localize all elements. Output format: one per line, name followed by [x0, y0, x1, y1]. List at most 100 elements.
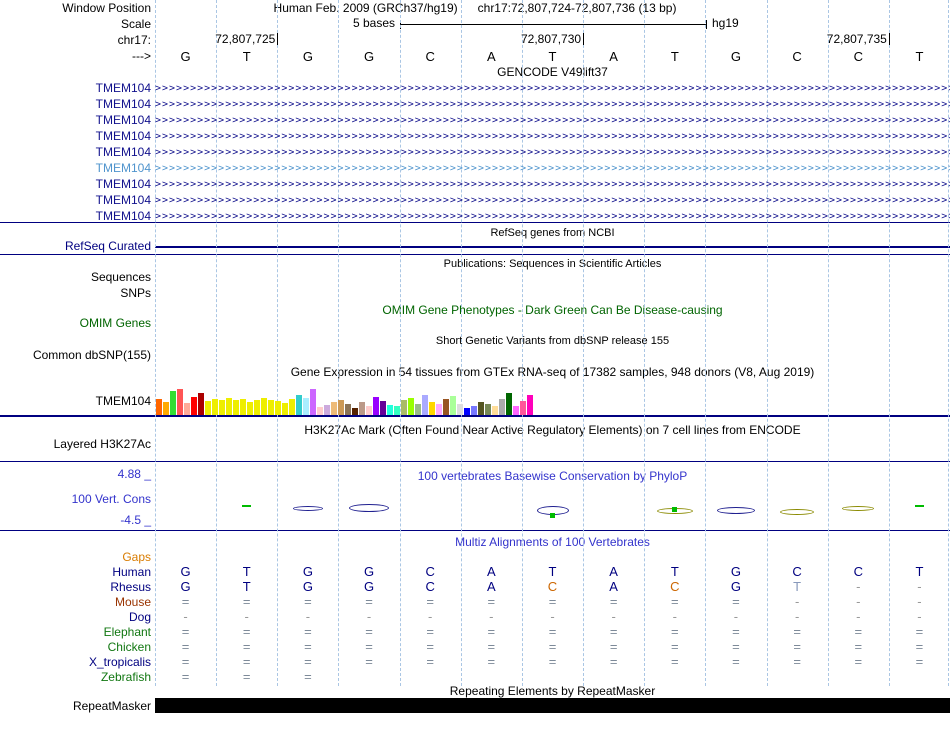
gencode-gene-label[interactable]: TMEM104 [0, 209, 151, 223]
gtex-expression-bar[interactable] [373, 397, 379, 415]
gtex-expression-bar[interactable] [163, 402, 169, 415]
species-label-gaps[interactable]: Gaps [0, 550, 151, 564]
species-label-zebrafish[interactable]: Zebrafish [0, 670, 151, 684]
gencode-transcript[interactable]: >>>>>>>>>>>>>>>>>>>>>>>>>>>>>>>>>>>>>>>>… [155, 194, 950, 207]
gtex-expression-bar[interactable] [240, 399, 246, 415]
gtex-expression-bar[interactable] [170, 391, 176, 415]
scale-row-label: Scale [120, 17, 151, 31]
alignment-cell: = [915, 624, 924, 639]
gtex-expression-bar[interactable] [352, 408, 358, 415]
phylop-tick [914, 505, 924, 507]
species-label-elephant[interactable]: Elephant [0, 625, 151, 639]
species-label-chicken[interactable]: Chicken [0, 640, 151, 654]
gtex-expression-bar[interactable] [408, 398, 414, 415]
gencode-gene-label[interactable]: TMEM104 [0, 81, 151, 95]
gtex-expression-bar[interactable] [380, 401, 386, 415]
gtex-expression-bar[interactable] [310, 389, 316, 415]
gencode-gene-label[interactable]: TMEM104 [0, 145, 151, 159]
gtex-expression-bar[interactable] [219, 400, 225, 415]
gencode-gene-label[interactable]: TMEM104 [0, 113, 151, 127]
gtex-expression-bar[interactable] [478, 402, 484, 415]
gtex-expression-bar[interactable] [275, 401, 281, 415]
gtex-expression-bar[interactable] [499, 399, 505, 415]
track-label-gtex-gene[interactable]: TMEM104 [0, 394, 151, 408]
track-label-omim-genes[interactable]: OMIM Genes [0, 316, 151, 330]
gtex-expression-bar[interactable] [471, 406, 477, 415]
gtex-expression-bar[interactable] [394, 406, 400, 415]
gtex-expression-bar[interactable] [212, 399, 218, 415]
gtex-expression-bar[interactable] [324, 405, 330, 415]
gtex-expression-bar[interactable] [457, 404, 463, 415]
gtex-expression-bar[interactable] [527, 395, 533, 415]
alignment-cell: = [915, 654, 924, 669]
gtex-expression-bar[interactable] [520, 401, 526, 415]
gencode-gene-label[interactable]: TMEM104 [0, 129, 151, 143]
gtex-expression-bar[interactable] [506, 393, 512, 415]
track-label-repeatmasker[interactable]: RepeatMasker [0, 699, 151, 713]
gencode-gene-label[interactable]: TMEM104 [0, 193, 151, 207]
gtex-expression-bar[interactable] [205, 401, 211, 415]
species-label-x-tropicalis[interactable]: X_tropicalis [0, 655, 151, 669]
gencode-gene-label[interactable]: TMEM104 [0, 161, 151, 175]
gtex-expression-bar[interactable] [226, 398, 232, 415]
species-label-human[interactable]: Human [0, 565, 151, 579]
gtex-expression-bar[interactable] [492, 406, 498, 415]
gencode-transcript[interactable]: >>>>>>>>>>>>>>>>>>>>>>>>>>>>>>>>>>>>>>>>… [155, 114, 950, 127]
gencode-transcript[interactable]: >>>>>>>>>>>>>>>>>>>>>>>>>>>>>>>>>>>>>>>>… [155, 82, 950, 95]
gtex-expression-bar[interactable] [485, 404, 491, 415]
repeatmasker-track-item[interactable] [155, 698, 950, 713]
gencode-transcript[interactable]: >>>>>>>>>>>>>>>>>>>>>>>>>>>>>>>>>>>>>>>>… [155, 146, 950, 159]
track-label-sequences[interactable]: Sequences [0, 270, 151, 284]
gencode-gene-label[interactable]: TMEM104 [0, 97, 151, 111]
gencode-transcript[interactable]: >>>>>>>>>>>>>>>>>>>>>>>>>>>>>>>>>>>>>>>>… [155, 178, 950, 191]
species-label-dog[interactable]: Dog [0, 610, 151, 624]
gencode-transcript[interactable]: >>>>>>>>>>>>>>>>>>>>>>>>>>>>>>>>>>>>>>>>… [155, 130, 950, 143]
gtex-expression-bar[interactable] [331, 402, 337, 415]
gtex-expression-bar[interactable] [436, 404, 442, 415]
gtex-expression-bar[interactable] [289, 399, 295, 415]
alignment-cell: = [242, 654, 251, 669]
gtex-expression-bar[interactable] [233, 400, 239, 415]
gtex-expression-bar[interactable] [191, 397, 197, 415]
gtex-expression-bar[interactable] [359, 402, 365, 415]
gtex-expression-bar[interactable] [317, 407, 323, 415]
gtex-expression-bar[interactable] [513, 406, 519, 415]
gtex-expression-bar[interactable] [247, 402, 253, 415]
gtex-expression-bar[interactable] [366, 406, 372, 415]
gtex-expression-bar[interactable] [268, 400, 274, 415]
gtex-expression-bar[interactable] [261, 398, 267, 415]
species-label-rhesus[interactable]: Rhesus [0, 580, 151, 594]
gtex-expression-bar[interactable] [450, 396, 456, 415]
gtex-expression-bar[interactable] [464, 408, 470, 415]
species-label-mouse[interactable]: Mouse [0, 595, 151, 609]
gtex-expression-bar[interactable] [254, 400, 260, 415]
track-label-refseq-curated[interactable]: RefSeq Curated [0, 239, 151, 253]
gtex-expression-bar[interactable] [415, 404, 421, 415]
gtex-expression-bar[interactable] [345, 404, 351, 415]
gencode-gene-label[interactable]: TMEM104 [0, 177, 151, 191]
gtex-expression-bar[interactable] [401, 400, 407, 415]
track-label-snps[interactable]: SNPs [0, 286, 151, 300]
gtex-expression-bar[interactable] [387, 405, 393, 415]
gtex-expression-bar[interactable] [177, 389, 183, 415]
refseq-curated-track-item[interactable] [155, 246, 950, 248]
phylop-mark [780, 509, 815, 515]
gtex-expression-bar[interactable] [296, 395, 302, 415]
gtex-expression-bar[interactable] [282, 403, 288, 415]
track-label-common-dbsnp[interactable]: Common dbSNP(155) [0, 348, 151, 362]
track-label-h3k27ac[interactable]: Layered H3K27Ac [0, 437, 151, 451]
gtex-expression-bar[interactable] [429, 402, 435, 415]
gtex-expression-bar[interactable] [198, 393, 204, 415]
gtex-expression-bar[interactable] [156, 399, 162, 415]
gencode-transcript[interactable]: >>>>>>>>>>>>>>>>>>>>>>>>>>>>>>>>>>>>>>>>… [155, 98, 950, 111]
gtex-expression-bar[interactable] [422, 395, 428, 415]
gtex-expression-bar[interactable] [303, 398, 309, 415]
alignment-cell: G [302, 564, 313, 579]
gtex-expression-bar[interactable] [443, 399, 449, 415]
gtex-expression-bar[interactable] [184, 403, 190, 415]
track-label-100-vert-cons[interactable]: 100 Vert. Cons [0, 492, 151, 506]
alignment-cell: = [732, 624, 740, 639]
gtex-expression-bar[interactable] [338, 400, 344, 415]
gencode-transcript[interactable]: >>>>>>>>>>>>>>>>>>>>>>>>>>>>>>>>>>>>>>>>… [155, 162, 950, 175]
gencode-transcript[interactable]: >>>>>>>>>>>>>>>>>>>>>>>>>>>>>>>>>>>>>>>>… [155, 210, 950, 223]
